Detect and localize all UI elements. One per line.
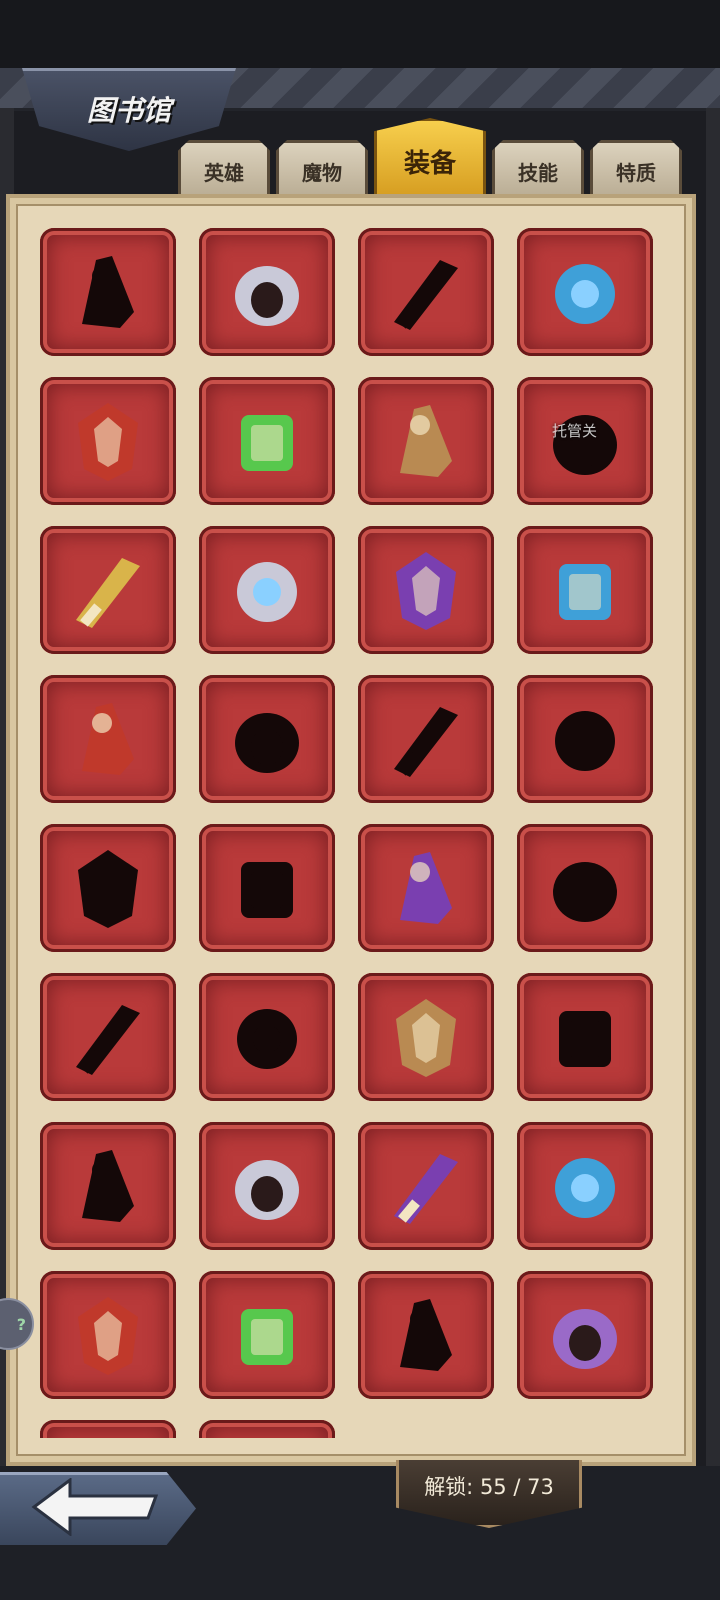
equipment-slot[interactable] xyxy=(517,973,653,1101)
equipment-slot[interactable] xyxy=(358,228,494,356)
mace-silhouette-icon xyxy=(237,1009,297,1069)
equipment-slot[interactable] xyxy=(358,824,494,952)
equipment-slot[interactable] xyxy=(517,377,653,505)
equipment-slot[interactable] xyxy=(199,228,335,356)
laurel-shield-emblem-icon xyxy=(553,1309,617,1369)
equipment-slot[interactable] xyxy=(40,228,176,356)
horn-icon xyxy=(235,1160,299,1220)
spear-silhouette-icon xyxy=(78,850,138,928)
jade-blade-icon xyxy=(400,852,452,924)
equipment-slot[interactable] xyxy=(199,824,335,952)
equipment-slot[interactable] xyxy=(358,377,494,505)
pumpkin-ring-icon xyxy=(555,1158,615,1218)
bottle-silhouette-icon xyxy=(82,256,134,328)
back-arrow-icon xyxy=(31,1478,159,1536)
long-sword-silhouette-icon xyxy=(76,1005,140,1075)
equipment-slot[interactable] xyxy=(517,526,653,654)
hooded-helmet-icon xyxy=(235,266,299,326)
crystal-orb-icon xyxy=(396,999,456,1077)
winged-helmet-icon xyxy=(78,403,138,481)
equipment-slot[interactable] xyxy=(517,228,653,356)
bronze-helmet-icon xyxy=(78,1297,138,1375)
title-plate: 图书馆 xyxy=(22,68,236,151)
golden-gauntlet-icon xyxy=(396,552,456,630)
dagger-silhouette-icon xyxy=(394,707,458,777)
tab-heroes[interactable]: 英雄 xyxy=(178,140,270,199)
halo-ring-silhouette-icon xyxy=(400,1299,452,1371)
equipment-slot[interactable] xyxy=(199,973,335,1101)
equipment-slot[interactable] xyxy=(40,377,176,505)
equipment-slot[interactable] xyxy=(40,1122,176,1250)
armor-silhouette-icon xyxy=(82,1150,134,1222)
equipment-slot[interactable] xyxy=(517,1122,653,1250)
equipment-slot[interactable] xyxy=(40,824,176,952)
equipment-slot[interactable] xyxy=(40,1271,176,1399)
equipment-slot[interactable] xyxy=(40,675,176,803)
ring-silhouette-icon xyxy=(559,1011,611,1067)
right-frame xyxy=(706,108,720,1478)
tab-monsters[interactable]: 魔物 xyxy=(276,140,368,199)
equipment-slot[interactable] xyxy=(358,1271,494,1399)
equipment-grid[interactable] xyxy=(40,228,660,1438)
top-status-area xyxy=(0,0,720,68)
jagged-sword-silhouette-icon xyxy=(553,862,617,922)
equipment-slot[interactable] xyxy=(199,377,335,505)
equipment-slot[interactable] xyxy=(358,526,494,654)
shuriken-silhouette-icon xyxy=(553,415,617,475)
equipment-slot[interactable] xyxy=(358,973,494,1101)
equipment-slot[interactable] xyxy=(199,1122,335,1250)
equipment-slot-partial[interactable] xyxy=(199,1420,335,1438)
spiked-shield-icon xyxy=(394,1154,458,1224)
tab-traits[interactable]: 特质 xyxy=(590,140,682,199)
gem-ring-icon xyxy=(76,558,140,628)
mantle-icon xyxy=(555,264,615,324)
auto-toggle-label[interactable]: 托管关 xyxy=(552,420,597,441)
equipment-slot[interactable] xyxy=(358,675,494,803)
greatsword-silhouette-icon xyxy=(235,713,299,773)
equipment-slot-partial[interactable] xyxy=(40,1420,176,1438)
equipment-slot[interactable] xyxy=(40,973,176,1101)
witch-hat-icon xyxy=(559,564,611,620)
equipment-slot[interactable] xyxy=(517,1271,653,1399)
equipment-slot[interactable] xyxy=(40,526,176,654)
spellbook-icon xyxy=(241,415,293,471)
cloak-silhouette-icon xyxy=(394,260,458,330)
ruby-amulet-icon xyxy=(400,405,452,477)
page-title: 图书馆 xyxy=(86,94,171,127)
serrated-blade-silhouette-icon xyxy=(555,711,615,771)
equipment-slot[interactable] xyxy=(199,1271,335,1399)
tab-skills[interactable]: 技能 xyxy=(492,140,584,199)
equipment-slot[interactable] xyxy=(517,675,653,803)
claw-gauntlet-icon xyxy=(237,562,297,622)
equipment-slot[interactable] xyxy=(199,675,335,803)
horned-crown-icon xyxy=(241,1309,293,1365)
war-hammer-icon xyxy=(82,703,134,775)
equipment-slot[interactable] xyxy=(199,526,335,654)
tab-equipment[interactable]: 装备 xyxy=(374,118,486,201)
battle-axe-silhouette-icon xyxy=(241,862,293,918)
equipment-slot[interactable] xyxy=(358,1122,494,1250)
equipment-slot[interactable] xyxy=(517,824,653,952)
